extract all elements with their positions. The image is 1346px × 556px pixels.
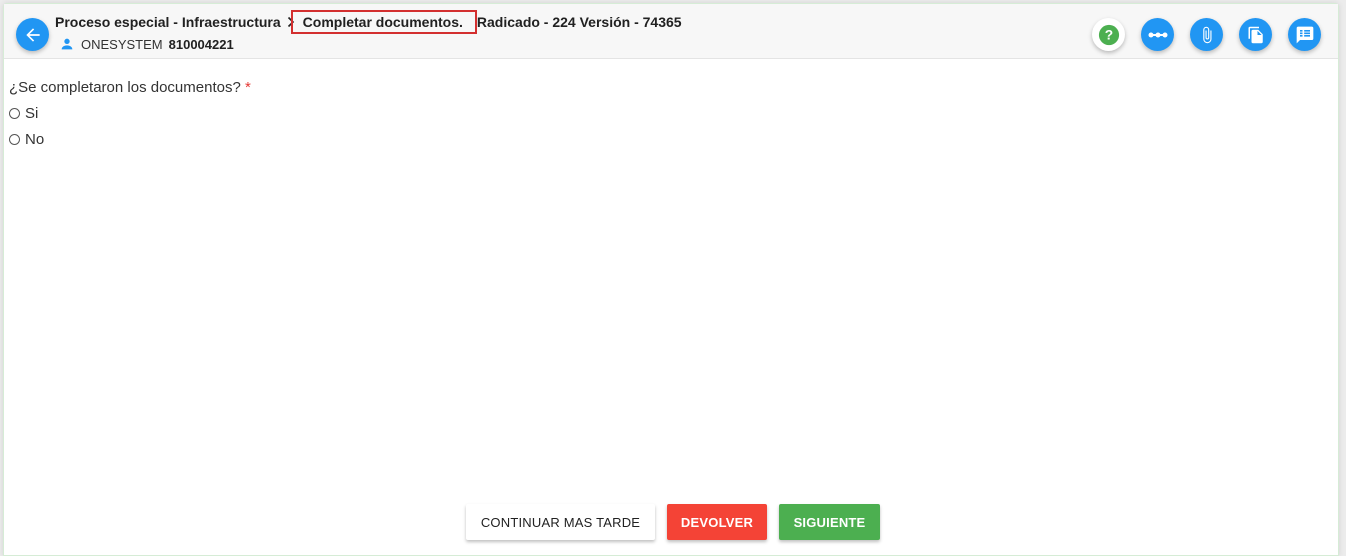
process-name: Proceso especial - Infraestructura [55,14,281,30]
question-text: ¿Se completaron los documentos? [9,79,241,96]
continue-later-button[interactable]: CONTINUAR MAS TARDE [466,504,655,540]
documents-button[interactable] [1239,18,1272,51]
attachments-button[interactable] [1190,18,1223,51]
option-si-label: Si [25,105,39,122]
company-nit: 810004221 [168,36,234,52]
question-label: ¿Se completaron los documentos? * [9,79,251,96]
comments-button[interactable] [1288,18,1321,51]
option-no[interactable]: No [9,131,44,148]
return-button[interactable]: DEVOLVER [667,504,767,540]
task-header: Proceso especial - Infraestructura Compl… [4,4,1338,59]
more-horizontal-icon [1148,32,1167,37]
help-button[interactable]: ? [1092,18,1125,51]
requester-line: ONESYSTEM 810004221 [59,35,234,53]
radio-no[interactable] [9,134,20,145]
company-name: ONESYSTEM [81,36,163,52]
next-button[interactable]: SIGUIENTE [779,504,880,540]
radicado-version: Radicado - 224 Versión - 74365 [476,14,682,30]
help-icon: ? [1098,24,1119,45]
arrow-left-icon [25,27,40,42]
option-no-label: No [25,131,45,148]
person-icon [59,36,75,52]
comments-icon [1296,26,1313,43]
radio-si[interactable] [9,108,20,119]
breadcrumb: Proceso especial - Infraestructura Compl… [55,10,682,34]
task-name: Completar documentos. [290,10,477,34]
flow-button[interactable] [1141,18,1174,51]
svg-text:?: ? [1104,27,1112,42]
back-button[interactable] [16,18,49,51]
paperclip-icon [1202,26,1211,43]
option-si[interactable]: Si [9,105,38,122]
required-mark: * [244,79,251,96]
documents-icon [1248,26,1263,43]
task-window: Proceso especial - Infraestructura Compl… [3,3,1339,556]
